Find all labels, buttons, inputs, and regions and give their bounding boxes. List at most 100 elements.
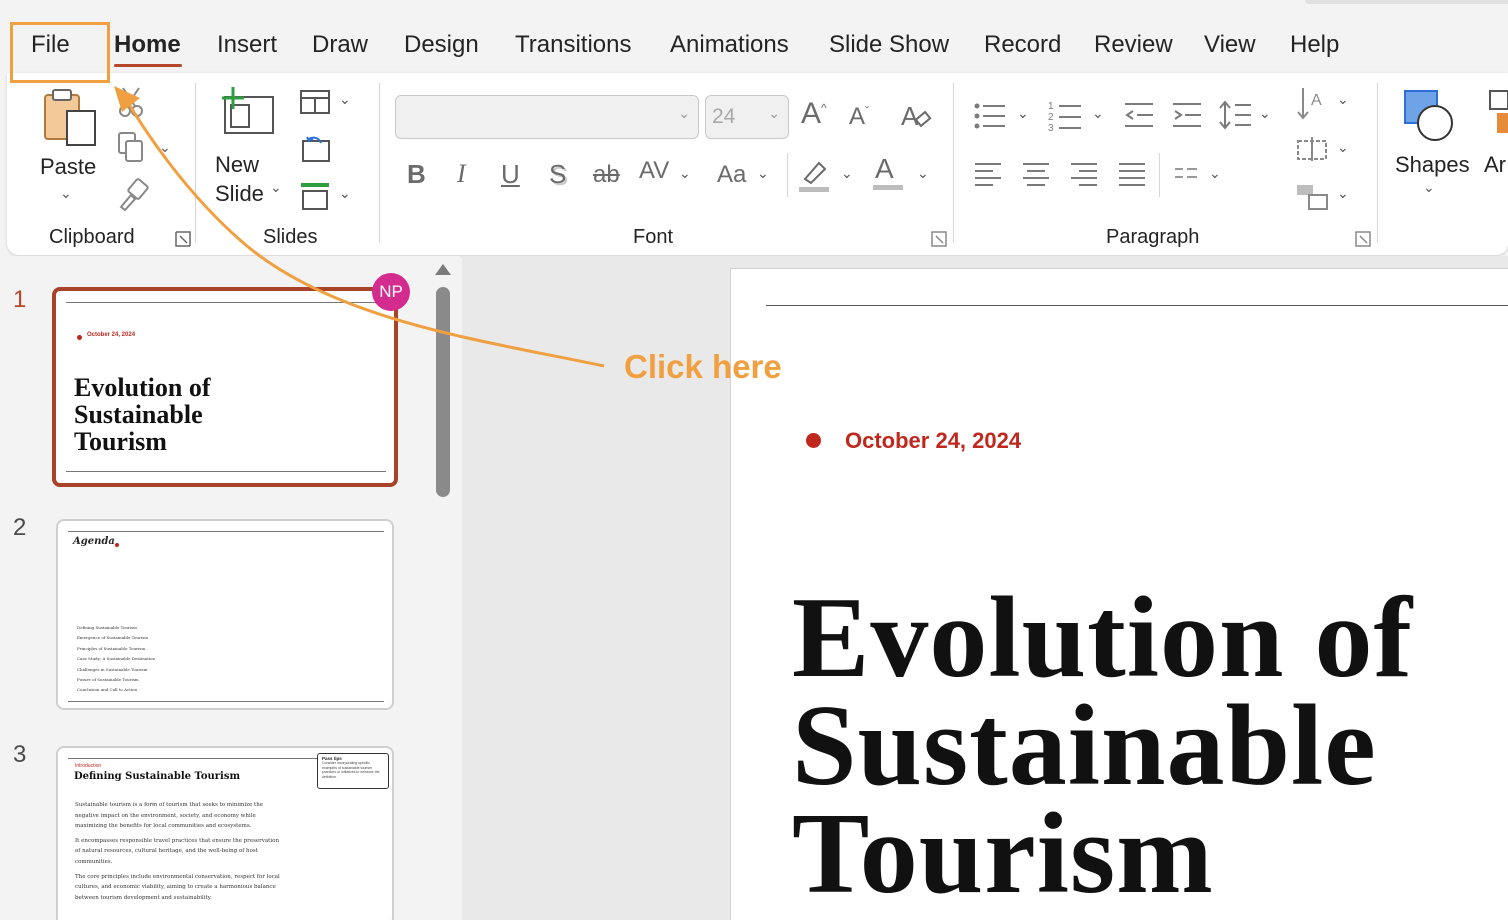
tab-review[interactable]: Review	[1094, 31, 1173, 59]
paste-label[interactable]: Paste	[40, 154, 96, 180]
arrange-label[interactable]: Ar	[1484, 152, 1506, 178]
svg-text:1: 1	[1048, 101, 1054, 112]
text-shadow-button[interactable]: S	[549, 159, 566, 190]
highlight-dropdown-icon[interactable]: ⌄	[841, 165, 853, 182]
decrease-font-size-icon[interactable]: Aˇ	[849, 103, 869, 131]
section-icon[interactable]	[299, 181, 331, 211]
tab-animations[interactable]: Animations	[670, 31, 789, 59]
tab-slide-show[interactable]: Slide Show	[829, 31, 949, 59]
bold-button[interactable]: B	[407, 159, 426, 190]
coauthor-avatar[interactable]: NP	[372, 273, 410, 311]
ribbon-separator	[1159, 153, 1160, 197]
character-spacing-button[interactable]: AV	[639, 157, 669, 185]
underline-button[interactable]: U	[501, 159, 520, 190]
character-spacing-dropdown-icon[interactable]: ⌄	[679, 165, 691, 182]
align-text-dropdown-icon[interactable]: ⌄	[1337, 139, 1349, 156]
layout-icon[interactable]	[299, 89, 331, 115]
increase-font-size-icon[interactable]: A^	[801, 97, 827, 131]
format-painter-icon[interactable]	[117, 177, 149, 211]
slide-title[interactable]: Evolution of Sustainable Tourism	[792, 580, 1492, 912]
slide-number: 2	[13, 514, 27, 541]
copy-dropdown-chevron-icon[interactable]: ⌄	[159, 139, 171, 156]
strikethrough-button[interactable]: ab	[593, 161, 620, 189]
clear-formatting-icon[interactable]: A	[899, 99, 933, 133]
slide-thumbnail-1[interactable]: October 24, 2024 Evolution of Sustainabl…	[52, 287, 398, 487]
reset-slide-icon[interactable]	[299, 135, 331, 163]
italic-button[interactable]: I	[457, 159, 466, 189]
tab-draw[interactable]: Draw	[312, 31, 368, 59]
layout-dropdown-chevron-icon[interactable]: ⌄	[339, 91, 351, 108]
shapes-label[interactable]: Shapes	[1395, 152, 1470, 178]
paragraph-dialog-launcher-icon[interactable]	[1355, 231, 1371, 247]
bullets-icon[interactable]	[973, 101, 1007, 131]
font-color-button[interactable]: A	[875, 153, 894, 185]
text-direction-icon[interactable]: A	[1295, 85, 1329, 121]
new-slide-dropdown-chevron-icon[interactable]: ⌄	[270, 179, 282, 196]
ribbon-separator	[787, 153, 788, 197]
slide-thumbnail-2[interactable]: Agenda Defining Sustainable Tourism Emer…	[56, 519, 394, 710]
change-case-button[interactable]: Aa	[717, 161, 746, 189]
comment-note: Pass tips Consider incorporating specifi…	[317, 753, 389, 789]
bullets-dropdown-icon[interactable]: ⌄	[1017, 105, 1029, 122]
arrange-icon[interactable]	[1487, 89, 1508, 137]
align-center-icon[interactable]	[1021, 161, 1051, 189]
thumbnail-rule	[66, 471, 386, 472]
align-left-icon[interactable]	[973, 161, 1003, 189]
copy-icon[interactable]	[117, 131, 147, 165]
align-text-icon[interactable]	[1295, 135, 1329, 163]
justify-icon[interactable]	[1117, 161, 1147, 189]
font-color-dropdown-icon[interactable]: ⌄	[917, 165, 929, 182]
convert-to-smartart-icon[interactable]	[1295, 181, 1329, 211]
decrease-indent-icon[interactable]	[1123, 101, 1155, 129]
paste-icon[interactable]	[43, 87, 99, 149]
thumbnail-rule	[66, 302, 386, 303]
new-slide-label-line2[interactable]: Slide	[215, 181, 264, 207]
scroll-up-arrow-icon[interactable]	[435, 264, 451, 275]
numbering-icon[interactable]: 1 2 3	[1047, 99, 1083, 133]
thumbnail-rule	[68, 758, 318, 759]
thumbnail-rule	[68, 531, 384, 532]
font-size-combobox[interactable]: 24 ⌄	[705, 95, 789, 139]
tab-help[interactable]: Help	[1290, 31, 1339, 59]
paragraph-group-label: Paragraph	[1106, 226, 1200, 248]
date-bullet	[77, 335, 82, 340]
line-spacing-dropdown-icon[interactable]: ⌄	[1259, 105, 1271, 122]
change-case-dropdown-icon[interactable]: ⌄	[757, 165, 769, 182]
slide-thumbnail-3[interactable]: Introduction Defining Sustainable Touris…	[56, 746, 394, 920]
new-slide-icon[interactable]	[219, 85, 277, 135]
new-slide-label-line1[interactable]: New	[215, 152, 259, 178]
tab-design[interactable]: Design	[404, 31, 479, 59]
increase-indent-icon[interactable]	[1171, 101, 1203, 129]
clipboard-dialog-launcher-icon[interactable]	[175, 231, 191, 247]
shapes-dropdown-icon[interactable]: ⌄	[1423, 179, 1435, 196]
font-name-dropdown-icon[interactable]: ⌄	[678, 105, 690, 122]
callout-text: Click here	[624, 348, 782, 385]
section-dropdown-chevron-icon[interactable]: ⌄	[339, 185, 351, 202]
cut-icon[interactable]	[117, 85, 147, 119]
tab-insert[interactable]: Insert	[217, 31, 277, 59]
ribbon-separator	[379, 83, 380, 243]
align-right-icon[interactable]	[1069, 161, 1099, 189]
ribbon-separator	[953, 83, 954, 243]
thumbnail-rule	[68, 701, 384, 702]
thumbnail-title: Defining Sustainable Tourism	[74, 771, 241, 782]
tab-home[interactable]: Home	[114, 31, 181, 59]
svg-text:A: A	[1311, 92, 1322, 109]
scrollbar-thumb[interactable]	[436, 287, 450, 497]
font-size-dropdown-icon[interactable]: ⌄	[768, 105, 780, 122]
font-dialog-launcher-icon[interactable]	[931, 231, 947, 247]
font-name-combobox[interactable]: ⌄	[395, 95, 699, 139]
tab-record[interactable]: Record	[984, 31, 1061, 59]
slide-date-text[interactable]: October 24, 2024	[845, 428, 1021, 454]
highlight-color-icon[interactable]	[797, 157, 831, 193]
shapes-icon[interactable]	[1401, 87, 1457, 143]
tab-view[interactable]: View	[1204, 31, 1256, 59]
columns-icon[interactable]	[1173, 165, 1199, 185]
columns-dropdown-icon[interactable]: ⌄	[1209, 165, 1221, 182]
text-direction-dropdown-icon[interactable]: ⌄	[1337, 91, 1349, 108]
smartart-dropdown-icon[interactable]: ⌄	[1337, 185, 1349, 202]
paste-dropdown-chevron-icon[interactable]: ⌄	[60, 185, 72, 202]
numbering-dropdown-icon[interactable]: ⌄	[1092, 105, 1104, 122]
line-spacing-icon[interactable]	[1217, 99, 1253, 131]
tab-transitions[interactable]: Transitions	[515, 31, 631, 59]
